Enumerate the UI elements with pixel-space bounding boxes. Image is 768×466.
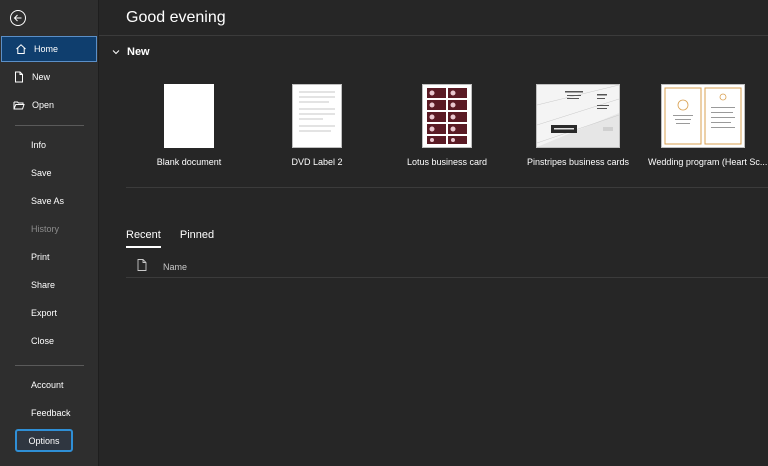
chevron-down-icon <box>112 50 120 55</box>
template-name: DVD Label 2 <box>291 157 343 167</box>
template-name: Blank document <box>156 157 222 167</box>
sidebar-divider <box>15 125 84 126</box>
template-wedding-program[interactable]: Wedding program (Heart Sc... <box>648 84 767 167</box>
sidebar-item-account[interactable]: Account <box>0 372 98 398</box>
sidebar-item-info[interactable]: Info <box>0 132 98 158</box>
sidebar-item-open[interactable]: Open <box>0 92 98 118</box>
sidebar-item-label: Share <box>31 280 56 290</box>
new-section-toggle[interactable]: New <box>111 46 150 58</box>
template-name: Lotus business card <box>406 157 488 167</box>
options-button[interactable]: Options <box>15 429 73 452</box>
sidebar-item-export[interactable]: Export <box>0 300 98 326</box>
options-label: Options <box>28 435 60 446</box>
sidebar-item-label: Open <box>32 100 55 110</box>
tab-recent[interactable]: Recent <box>126 229 161 248</box>
back-arrow-icon <box>10 10 26 26</box>
file-type-icon <box>137 259 147 273</box>
tab-pinned[interactable]: Pinned <box>180 229 214 248</box>
sidebar-item-print[interactable]: Print <box>0 244 98 270</box>
template-thumbnail <box>422 84 472 148</box>
new-section-label: New <box>127 46 150 58</box>
template-dvd-label[interactable]: DVD Label 2 <box>262 84 372 167</box>
sidebar-item-feedback[interactable]: Feedback <box>0 400 98 426</box>
template-lotus-business-card[interactable]: Lotus business card <box>392 84 502 167</box>
sidebar-item-label: Feedback <box>31 408 71 418</box>
page-title: Good evening <box>126 9 226 26</box>
sidebar-item-label: Save <box>31 168 52 178</box>
template-name: Pinstripes business cards <box>526 157 630 167</box>
recent-pinned-tabs: Recent Pinned <box>126 229 233 248</box>
sidebar-item-label: Export <box>31 308 58 318</box>
sidebar-item-label: History <box>31 224 60 234</box>
sidebar-item-history: History <box>0 216 98 242</box>
header-divider <box>99 35 768 36</box>
sidebar-item-share[interactable]: Share <box>0 272 98 298</box>
column-header-name[interactable]: Name <box>163 262 187 272</box>
sidebar-divider <box>15 365 84 366</box>
sidebar-item-new[interactable]: New <box>0 64 98 90</box>
template-thumbnail <box>536 84 620 148</box>
sidebar-item-label: Print <box>31 252 50 262</box>
section-divider <box>126 187 768 188</box>
sidebar-item-save-as[interactable]: Save As <box>0 188 98 214</box>
backstage-sidebar: Home New Open Info Save Save As History … <box>0 0 98 466</box>
sidebar-item-close[interactable]: Close <box>0 328 98 354</box>
sidebar-item-label: Home <box>34 44 59 54</box>
sidebar-item-label: Save As <box>31 196 65 206</box>
open-folder-icon <box>13 99 25 111</box>
template-name: Wedding program (Heart Sc... <box>648 157 768 167</box>
sidebar-item-label: Account <box>31 380 64 390</box>
sidebar-item-label: Close <box>31 336 55 346</box>
new-document-icon <box>13 71 25 83</box>
file-list-header: Name <box>126 257 768 278</box>
template-blank-document[interactable]: Blank document <box>134 84 244 167</box>
template-pinstripes-business-cards[interactable]: Pinstripes business cards <box>523 84 633 167</box>
back-button[interactable] <box>8 8 28 28</box>
home-icon <box>15 43 27 55</box>
template-thumbnail <box>661 84 745 148</box>
sidebar-item-label: New <box>32 72 51 82</box>
sidebar-item-label: Info <box>31 140 47 150</box>
sidebar-item-save[interactable]: Save <box>0 160 98 186</box>
template-thumbnail <box>164 84 214 148</box>
sidebar-item-home[interactable]: Home <box>1 36 97 62</box>
template-thumbnail <box>292 84 342 148</box>
sidebar-border <box>98 0 99 466</box>
